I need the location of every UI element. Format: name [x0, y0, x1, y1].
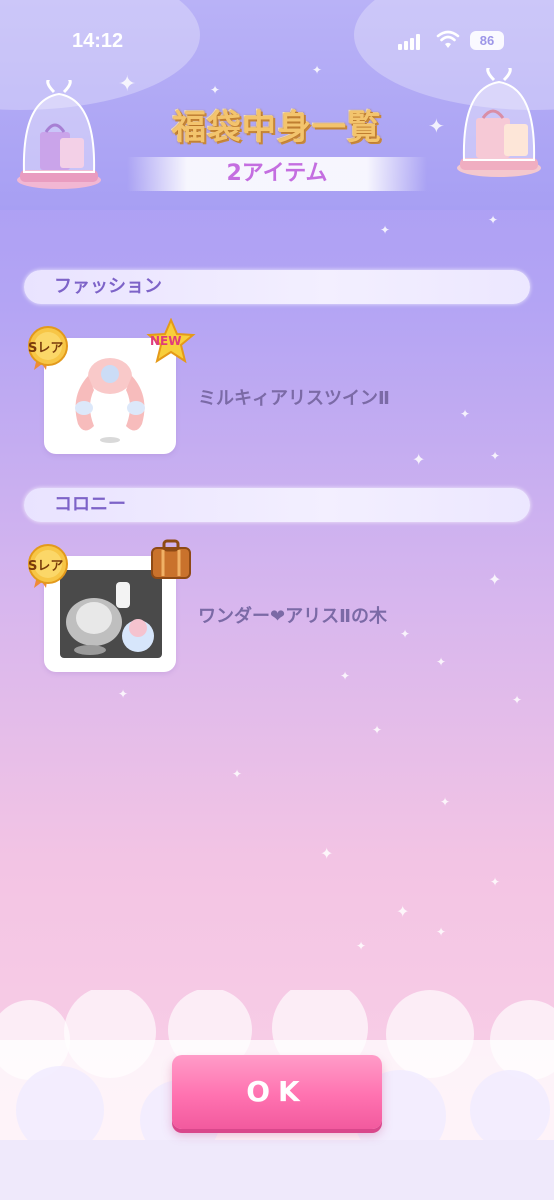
sparkle-icon: ✦: [440, 795, 451, 809]
sparkle-icon: ✦: [488, 213, 499, 227]
sparkle-icon: ✦: [396, 902, 410, 921]
sparkle-icon: ✦: [490, 875, 501, 889]
section-header-colony: コロニー: [24, 488, 530, 522]
item-card-fashion[interactable]: Sレア NEW: [28, 318, 196, 454]
sparkle-icon: ✦: [118, 687, 129, 701]
new-badge-label: NEW: [150, 334, 182, 348]
item-name-fashion: ミルキィアリスツインⅡ: [198, 388, 390, 409]
rare-badge-label: Sレア: [28, 559, 64, 574]
sparkle-icon: ✦: [412, 450, 426, 469]
twin-tail-hair-icon: [75, 358, 145, 443]
status-time: 14:12: [72, 30, 124, 52]
sparkle-icon: ✦: [512, 693, 523, 707]
sparkle-icon: ✦: [232, 767, 243, 781]
sparkle-icon: ✦: [490, 449, 501, 463]
item-card-colony[interactable]: Sレア: [28, 539, 191, 672]
sparkle-icon: ✦: [436, 925, 447, 939]
signal-icon: [398, 34, 424, 50]
sparkle-icon: ✦: [488, 570, 502, 589]
rare-badge-label: Sレア: [28, 341, 64, 356]
section-header-fashion: ファッション: [24, 270, 530, 304]
sparkle-icon: ✦: [340, 669, 351, 683]
wifi-icon: [436, 30, 460, 48]
item-count-banner: 2アイテム: [127, 157, 427, 191]
item-name-colony: ワンダー❤アリスⅡの木: [198, 606, 387, 627]
sparkle-icon: ✦: [400, 627, 411, 641]
sparkle-icon: ✦: [320, 844, 334, 863]
suitcase-icon: [151, 539, 191, 579]
sparkle-icon: ✦: [380, 223, 391, 237]
battery-indicator: 86: [470, 31, 504, 50]
wonder-alice-tree-icon: [60, 570, 162, 658]
page-title: 福袋中身一覧: [172, 108, 382, 148]
sparkle-icon: ✦: [460, 407, 471, 421]
sparkle-icon: ✦: [436, 655, 447, 669]
ok-button[interactable]: OK: [172, 1055, 382, 1129]
sparkle-icon: ✦: [356, 939, 367, 953]
sparkle-icon: ✦: [372, 723, 383, 737]
